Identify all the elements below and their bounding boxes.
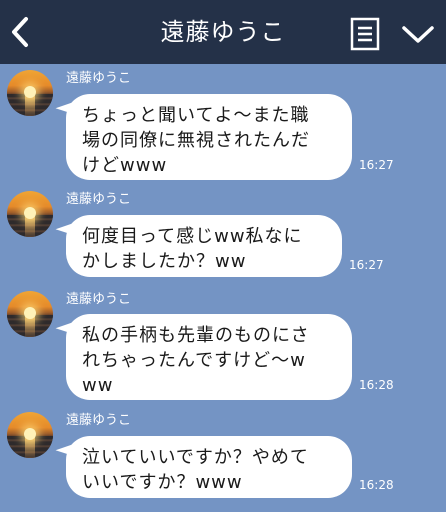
message-time: 16:28: [359, 478, 394, 492]
avatar[interactable]: [7, 291, 53, 337]
chat-header: 遠藤ゆうこ: [0, 0, 446, 64]
message-line: 泣いていいですか？やめて: [82, 447, 309, 468]
avatar[interactable]: [7, 70, 53, 116]
message-bubble[interactable]: 何度目って感じww私なに かしましたか？ww: [66, 215, 342, 277]
message-line: ww: [82, 375, 114, 396]
message-bubble[interactable]: ちょっと聞いてよ〜また職 場の同僚に無視されたんだ けどwww: [66, 94, 352, 180]
message-line: 私の手柄も先輩のものにさ: [82, 325, 310, 346]
sender-name: 遠藤ゆうこ: [66, 413, 132, 428]
sender-name: 遠藤ゆうこ: [66, 192, 132, 207]
chevron-down-icon[interactable]: [400, 22, 436, 46]
sender-name: 遠藤ゆうこ: [66, 71, 132, 86]
avatar[interactable]: [7, 412, 53, 458]
message-line: ちょっと聞いてよ〜また職: [82, 105, 310, 126]
message-line: 場の同僚に無視されたんだ: [82, 130, 310, 151]
message-bubble[interactable]: 泣いていいですか？やめて いいですか？www: [66, 436, 352, 498]
message-time: 16:27: [349, 258, 384, 272]
sender-name: 遠藤ゆうこ: [66, 292, 132, 307]
message-line: かしましたか？ww: [82, 251, 247, 272]
message-line: れちゃったんですけど〜w: [82, 350, 306, 371]
memo-list-icon[interactable]: [350, 17, 380, 51]
message-line: いいですか？www: [82, 472, 243, 493]
avatar[interactable]: [7, 191, 53, 237]
message-bubble[interactable]: 私の手柄も先輩のものにさ れちゃったんですけど〜w ww: [66, 314, 352, 400]
message-line: けどwww: [82, 155, 168, 176]
message-time: 16:27: [359, 158, 394, 172]
message-time: 16:28: [359, 378, 394, 392]
message-line: 何度目って感じww私なに: [82, 226, 303, 247]
